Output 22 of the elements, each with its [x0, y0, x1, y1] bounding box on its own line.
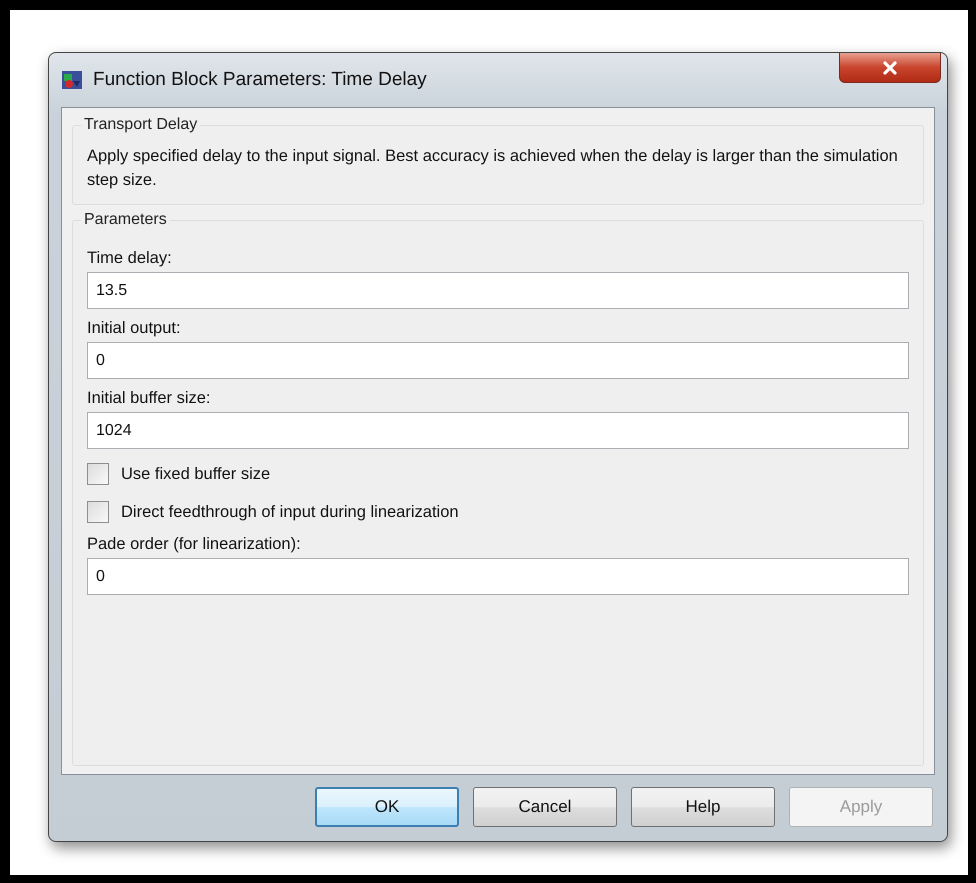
checkbox[interactable] [87, 463, 109, 485]
field-label: Pade order (for linearization): [87, 535, 302, 554]
input-field[interactable]: 0 [87, 342, 909, 379]
input-field[interactable]: 0 [87, 558, 909, 595]
checkbox[interactable] [87, 501, 109, 523]
close-button[interactable] [839, 53, 941, 83]
field-label: Initial buffer size: [87, 389, 212, 408]
field-label: Time delay: [87, 249, 173, 268]
window-title: Function Block Parameters: Time Delay [93, 69, 427, 91]
checkbox-label: Direct feedthrough of input during linearization [121, 502, 459, 522]
input-field[interactable]: 13.5 [87, 272, 909, 309]
field-label: Initial output: [87, 319, 182, 338]
group-title: Parameters [83, 211, 168, 229]
description-text: Apply specified delay to the input signal. Best accuracy is achieved when the delay is larger than the simulation step size. [87, 146, 899, 191]
app-icon [61, 69, 83, 91]
checkbox-label: Use fixed buffer size [121, 464, 270, 484]
group-title: Transport Delay [83, 116, 198, 134]
dialog-button[interactable]: Help [631, 787, 775, 827]
close-icon [882, 60, 898, 74]
dialog-button[interactable]: OK [315, 787, 459, 827]
input-field[interactable]: 1024 [87, 412, 909, 449]
dialog-button[interactable]: Cancel [473, 787, 617, 827]
